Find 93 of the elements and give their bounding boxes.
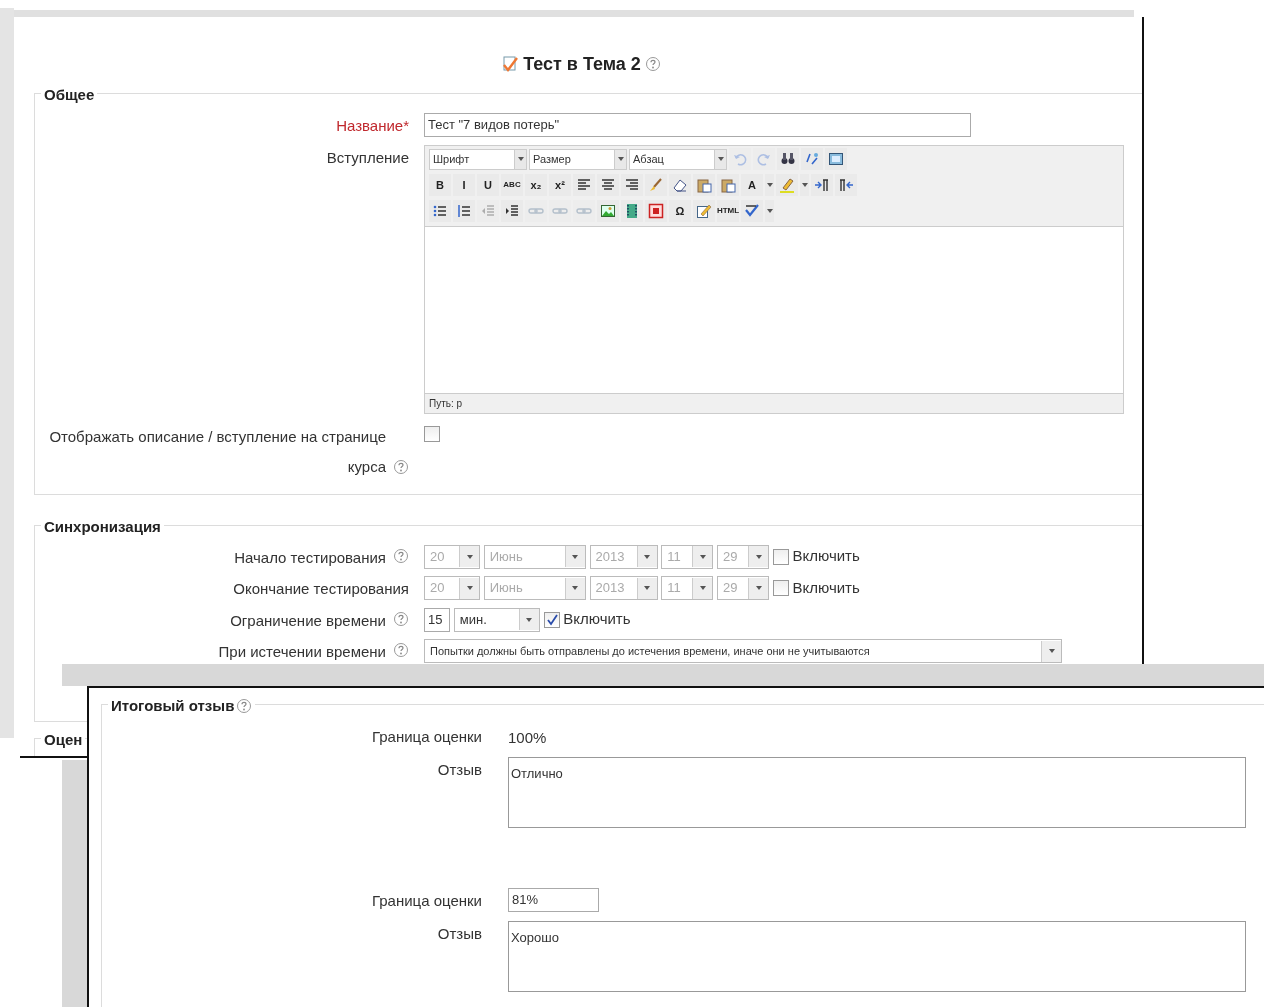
toolbar-button[interactable]: [429, 200, 451, 222]
frame-icon: [648, 203, 664, 219]
clipboard-icon: [696, 177, 712, 193]
checkbox-label: Включить: [792, 577, 860, 598]
dropdown-value: Шрифт: [433, 151, 470, 167]
section-title: Оцен: [44, 729, 83, 750]
text-area[interactable]: Отлично: [508, 757, 1246, 828]
indent-icon: [504, 203, 520, 219]
align-center-icon: [600, 177, 616, 193]
toolbar-button[interactable]: x²: [549, 174, 571, 196]
toolbar-button[interactable]: [597, 200, 619, 222]
field-label: Начало тестирования: [234, 547, 386, 568]
field-label: Вступление: [326, 148, 409, 168]
field-label: Граница оценки: [371, 726, 482, 747]
toolbar-button[interactable]: U: [477, 174, 499, 196]
align-right-icon: [624, 177, 640, 193]
checkbox[interactable]: [543, 611, 560, 628]
format-dropdown[interactable]: Шрифт: [429, 148, 527, 170]
field-value: 100%: [508, 727, 547, 748]
toolbar-button[interactable]: [621, 174, 643, 196]
editor-path: Путь: p: [428, 397, 464, 411]
dropdown[interactable]: Попытки должны быть отправлены до истечения времени, иначе они не учитываются: [424, 639, 1062, 663]
paragraph-direction-icon: [838, 177, 854, 193]
toolbar-button[interactable]: [777, 148, 799, 170]
text-field[interactable]: 81%: [508, 888, 599, 912]
field-label: Окончание тестирования: [233, 579, 409, 599]
toolbar-button[interactable]: B: [429, 174, 451, 196]
toolbar-button[interactable]: [693, 200, 715, 222]
spellcheck-icon: [744, 203, 760, 219]
undo-icon: [732, 151, 748, 167]
toolbar-button[interactable]: [501, 200, 523, 222]
toolbar-button[interactable]: [825, 148, 847, 170]
toolbar-button[interactable]: [573, 174, 595, 196]
rich-text-editor[interactable]: Шрифт Размер Абзац B I U ABC x₂ x² A Ω HTML Путь: p: [424, 145, 1124, 414]
toolbar-button[interactable]: [835, 174, 857, 196]
dropdown-value: Размер: [533, 151, 571, 167]
dropdown-button[interactable]: [765, 174, 774, 196]
field-label: Граница оценки: [371, 891, 482, 911]
text-field[interactable]: Тест "7 видов потерь": [424, 112, 971, 137]
format-dropdown[interactable]: Размер: [529, 148, 627, 170]
checkbox[interactable]: [772, 548, 789, 565]
toolbar-button[interactable]: [621, 200, 643, 222]
film-icon: [624, 203, 640, 219]
checkbox[interactable]: [424, 426, 440, 442]
toolbar-button[interactable]: [597, 174, 619, 196]
numbered-list-icon: [456, 203, 472, 219]
check-icon: [545, 613, 558, 626]
dropdown-button[interactable]: [765, 200, 774, 222]
number-field[interactable]: 15: [424, 607, 450, 632]
bulleted-list-icon: [432, 203, 448, 219]
toolbar-button[interactable]: [741, 200, 763, 222]
dropdown-value: Абзац: [633, 151, 664, 167]
toolbar-button[interactable]: HTML: [717, 200, 739, 222]
outdent-icon: [480, 203, 496, 219]
binoculars-icon: [780, 151, 796, 167]
align-left-icon: [576, 177, 592, 193]
toolbar-button[interactable]: x₂: [525, 174, 547, 196]
field-label: Отображать описание / вступление на странице курса: [48, 427, 386, 477]
format-dropdown[interactable]: Абзац: [629, 148, 727, 170]
text-area[interactable]: Хорошо: [508, 920, 1246, 992]
section-title: Синхронизация: [44, 517, 161, 537]
brush-icon: [648, 177, 664, 193]
note-edit-icon: [696, 203, 712, 219]
field-label: Ограничение времени: [230, 610, 386, 631]
checkbox-label: Включить: [792, 546, 860, 567]
toolbar-button[interactable]: [811, 174, 833, 196]
window-title: Тест в Тема 2: [523, 52, 641, 76]
redo-icon: [756, 151, 772, 167]
field-label: Название: [336, 116, 404, 134]
highlighter-icon: [779, 177, 795, 193]
section-title: Итоговый отзыв: [111, 696, 235, 716]
checkbox[interactable]: [772, 580, 789, 596]
fullscreen-icon: [828, 151, 844, 167]
toolbar-button[interactable]: [645, 200, 667, 222]
checkbox-label: Включить: [563, 609, 631, 630]
paragraph-direction-icon: [814, 177, 830, 193]
section-title: Общее: [44, 85, 95, 105]
field-label: При истечении времени: [218, 642, 386, 662]
toolbar-button[interactable]: ABC: [501, 174, 523, 196]
field-label: Отзыв: [437, 760, 482, 780]
toolbar-button[interactable]: Ω: [669, 200, 691, 222]
toolbar-button[interactable]: I: [453, 174, 475, 196]
toolbar-button[interactable]: A: [741, 174, 763, 196]
field-label: Отзыв: [437, 923, 482, 944]
dropdown-button[interactable]: [800, 174, 809, 196]
clipboard-icon: [720, 177, 736, 193]
image-icon: [600, 203, 616, 219]
quiz-icon: [501, 55, 520, 73]
required-mark: *: [403, 116, 409, 134]
toolbar-button[interactable]: [453, 200, 475, 222]
eraser-icon: [672, 177, 688, 193]
toolbar-button[interactable]: [669, 174, 691, 196]
unit-dropdown[interactable]: мин.: [453, 607, 540, 632]
